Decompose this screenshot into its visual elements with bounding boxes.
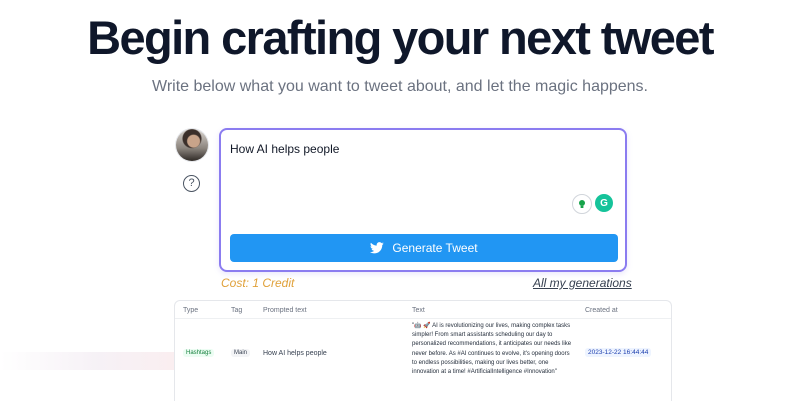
header-divider [175, 318, 671, 319]
cost-label: Cost: 1 Credit [221, 276, 295, 290]
generations-table: Type Tag Prompted text Text Created at H… [174, 300, 672, 401]
decorative-gradient [0, 352, 175, 370]
prompt-input[interactable] [230, 142, 590, 182]
column-header-text[interactable]: Text [412, 307, 425, 314]
prompted-text-cell: How AI helps people [263, 350, 327, 357]
tag-badge: Main [231, 349, 251, 357]
bulb-icon[interactable] [572, 194, 592, 214]
avatar[interactable] [176, 129, 208, 161]
column-header-type[interactable]: Type [183, 307, 198, 314]
type-badge: Hashtags [183, 349, 215, 357]
twitter-bird-icon [370, 242, 385, 254]
column-header-created-at[interactable]: Created at [585, 307, 618, 314]
tweet-composer: G Generate Tweet [219, 128, 627, 272]
created-at-badge: 2023-12-22 16:44:44 [585, 348, 652, 357]
generate-tweet-button[interactable]: Generate Tweet [230, 234, 618, 262]
help-icon[interactable]: ? [183, 175, 200, 192]
page-title: Begin crafting your next tweet [87, 11, 714, 64]
grammarly-icon[interactable]: G [595, 194, 613, 212]
column-header-prompted-text[interactable]: Prompted text [263, 307, 307, 314]
page-subtitle: Write below what you want to tweet about… [152, 78, 648, 95]
tweet-text-cell: "🤖 🚀 AI is revolutionizing our lives, ma… [412, 323, 572, 376]
all-generations-link[interactable]: All my generations [533, 276, 632, 290]
extension-icons: G [572, 194, 613, 214]
generate-tweet-label: Generate Tweet [392, 241, 478, 255]
column-header-tag[interactable]: Tag [231, 307, 242, 314]
